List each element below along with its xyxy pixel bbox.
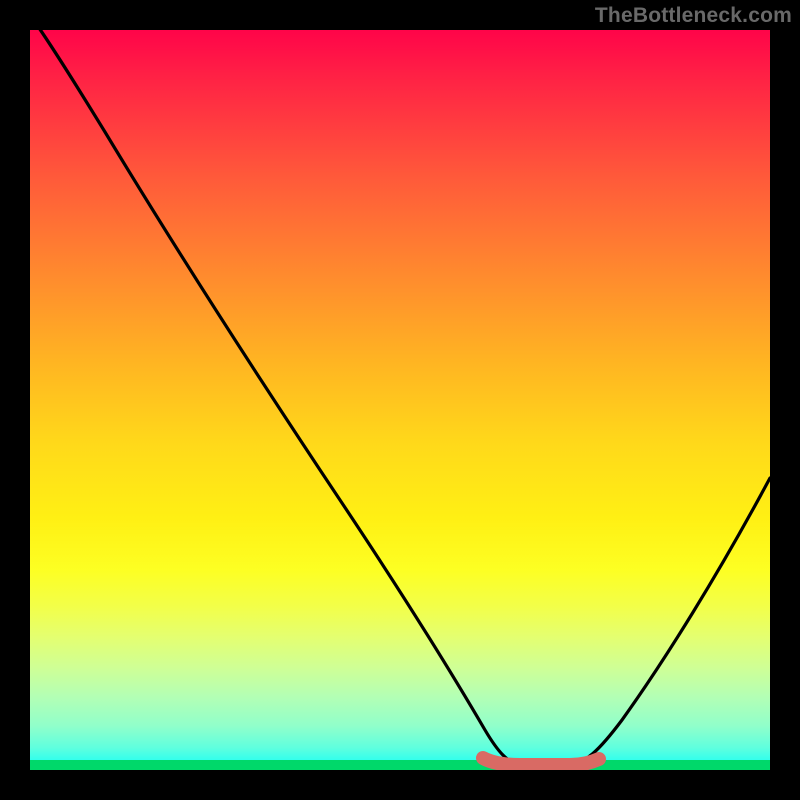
curve-svg: [30, 30, 770, 770]
watermark-text: TheBottleneck.com: [595, 4, 792, 28]
bottleneck-curve: [30, 30, 770, 765]
chart-frame: TheBottleneck.com: [0, 0, 800, 800]
optimal-range-highlight: [483, 758, 599, 765]
plot-area: [30, 30, 770, 770]
